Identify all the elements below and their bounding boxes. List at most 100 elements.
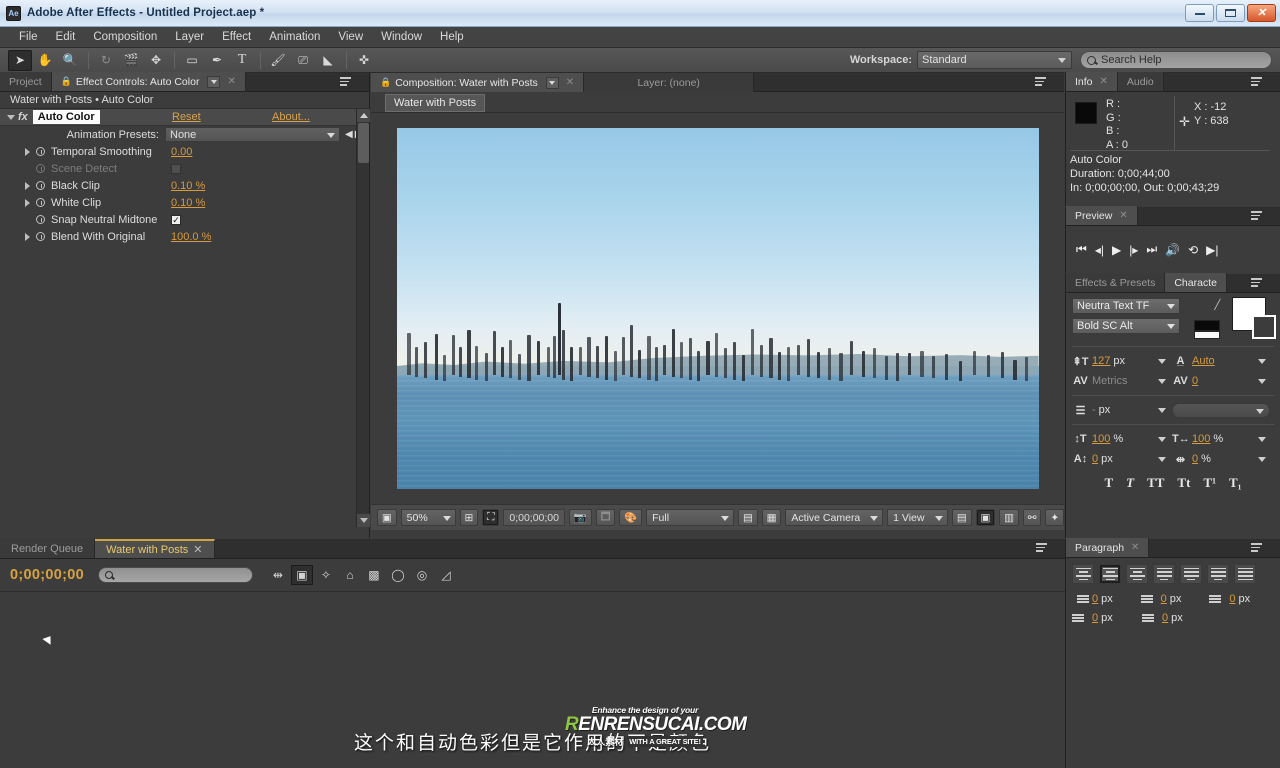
faux-bold-button[interactable]: T	[1104, 475, 1113, 491]
timeline-search-input[interactable]	[97, 567, 253, 583]
camera-tool[interactable]: 🎬	[119, 50, 143, 71]
stroke-width-field[interactable]: ☰ - px	[1072, 404, 1172, 417]
vertical-scale-value[interactable]: 100	[1092, 433, 1110, 445]
previous-frame-icon[interactable]: ◂|	[1095, 243, 1104, 257]
type-tool[interactable]: T	[230, 50, 254, 71]
kerning-field[interactable]: AV Metrics	[1072, 375, 1172, 387]
kerning-value[interactable]: Metrics	[1092, 375, 1127, 387]
indent-right-field[interactable]: 0 px	[1140, 593, 1206, 605]
disclosure-triangle-icon[interactable]	[25, 147, 30, 156]
tab-audio[interactable]: Audio	[1117, 72, 1164, 91]
take-snapshot-icon[interactable]: 📷	[569, 509, 592, 526]
chevron-down-icon[interactable]	[1258, 436, 1266, 442]
comp-subtab-water-with-posts[interactable]: Water with Posts	[385, 94, 486, 112]
auto-keyframe-icon[interactable]: ◎	[411, 565, 433, 585]
menu-animation[interactable]: Animation	[260, 29, 329, 45]
scroll-up-icon[interactable]	[357, 109, 370, 122]
graph-editor-icon[interactable]: ◿	[435, 565, 457, 585]
space-before-value[interactable]: 0	[1092, 612, 1098, 624]
stroke-color-swatch[interactable]	[1252, 315, 1276, 339]
timeline-icon[interactable]: ▥	[999, 509, 1019, 526]
animation-presets-select[interactable]: None	[165, 127, 340, 142]
menu-composition[interactable]: Composition	[84, 29, 166, 45]
tab-effect-controls[interactable]: 🔒 Effect Controls: Auto Color ✕	[51, 72, 246, 91]
panel-menu-icon[interactable]	[1035, 77, 1048, 88]
comp-timecode[interactable]: 0;00;00;00	[503, 509, 565, 526]
stroke-width-value[interactable]: -	[1092, 404, 1096, 416]
tab-paragraph[interactable]: Paragraph ✕	[1066, 538, 1150, 557]
white-color-swatch[interactable]	[1194, 331, 1220, 339]
menu-effect[interactable]: Effect	[213, 29, 260, 45]
black-clip-value[interactable]: 0.10 %	[171, 180, 205, 192]
region-of-interest-icon[interactable]: ⛶	[482, 509, 500, 526]
tab-layer[interactable]: Layer: (none)	[584, 73, 755, 92]
horizontal-scale-field[interactable]: T↔ 100 %	[1172, 433, 1272, 445]
stopwatch-icon[interactable]	[36, 147, 45, 156]
white-clip-value[interactable]: 0.10 %	[171, 197, 205, 209]
disclosure-triangle-icon[interactable]	[25, 232, 30, 241]
panel-menu-icon[interactable]	[1251, 278, 1264, 289]
panel-menu-icon[interactable]	[1251, 211, 1264, 222]
play-icon[interactable]: ▶	[1112, 243, 1121, 257]
baseline-shift-value[interactable]: 0	[1092, 453, 1098, 465]
pixel-aspect-correction-icon[interactable]: ▤	[951, 509, 972, 526]
preset-prev-icon[interactable]: ◀	[345, 129, 353, 140]
effect-name[interactable]: Auto Color	[32, 110, 100, 124]
indent-first-line-field[interactable]: 0 px	[1209, 593, 1274, 605]
leading-value[interactable]: Auto	[1192, 355, 1215, 367]
fast-previews-icon[interactable]: ▣	[975, 509, 996, 526]
menu-window[interactable]: Window	[372, 29, 431, 45]
stopwatch-icon[interactable]	[36, 198, 45, 207]
views-select[interactable]: 1 View	[887, 509, 948, 526]
vertical-scale-field[interactable]: ↕T 100 %	[1072, 433, 1172, 445]
last-frame-icon[interactable]: ⏭	[1146, 242, 1157, 257]
tab-project[interactable]: Project	[0, 72, 52, 91]
shape-tool[interactable]: ▭	[180, 50, 204, 71]
chevron-down-icon[interactable]	[1158, 358, 1166, 364]
show-channel-icon[interactable]: 🎨	[619, 509, 643, 526]
disclosure-triangle-icon[interactable]	[7, 114, 15, 120]
loop-icon[interactable]: ⟲	[1188, 243, 1198, 257]
align-right-icon[interactable]	[1126, 564, 1148, 584]
next-frame-icon[interactable]: |▸	[1129, 243, 1138, 257]
about-button[interactable]: About...	[272, 111, 310, 123]
region-of-interest-toggle-icon[interactable]: ▤	[738, 509, 758, 526]
selection-tool[interactable]: ➤	[8, 49, 32, 71]
close-icon[interactable]: ✕	[1131, 542, 1139, 553]
menu-help[interactable]: Help	[431, 29, 473, 45]
ram-preview-icon[interactable]: ▶|	[1206, 243, 1218, 257]
align-center-icon[interactable]	[1099, 564, 1121, 584]
font-family-select[interactable]: Neutra Text TF	[1072, 298, 1180, 314]
reset-exposure-icon[interactable]: ✦	[1045, 509, 1065, 526]
draft-3d-icon[interactable]: ▣	[290, 565, 313, 585]
audio-icon[interactable]: 🔊	[1165, 243, 1180, 257]
chevron-down-icon[interactable]	[1158, 456, 1166, 462]
font-size-field[interactable]: ⇞T 127 px	[1072, 355, 1172, 368]
leading-field[interactable]: A̲ Auto	[1172, 355, 1272, 367]
tsume-field[interactable]: ⇹ 0 %	[1172, 453, 1272, 466]
disclosure-triangle-icon[interactable]	[25, 181, 30, 190]
rotation-tool[interactable]: ↻	[94, 50, 118, 71]
disclosure-triangle-icon[interactable]	[25, 198, 30, 207]
tracking-field[interactable]: AV 0	[1172, 375, 1272, 387]
menu-edit[interactable]: Edit	[47, 29, 85, 45]
align-left-icon[interactable]	[1072, 564, 1094, 584]
superscript-button[interactable]: T¹	[1203, 475, 1216, 491]
tab-timeline-comp[interactable]: Water with Posts ✕	[95, 539, 215, 558]
composition-canvas[interactable]	[396, 128, 1039, 489]
space-after-field[interactable]: 0 px	[1142, 612, 1208, 624]
always-preview-this-view-icon[interactable]: ▣	[377, 509, 397, 526]
black-color-swatch[interactable]	[1194, 320, 1220, 331]
comp-flowchart-icon[interactable]: ⚯	[1022, 509, 1042, 526]
subscript-button[interactable]: T₁	[1229, 475, 1242, 491]
comp-mini-flowchart-icon[interactable]: ⇹	[267, 565, 289, 585]
brush-tool[interactable]: 🖌	[266, 50, 290, 71]
tracking-value[interactable]: 0	[1192, 375, 1198, 387]
effect-controls-scrollbar[interactable]	[356, 109, 370, 527]
snap-neutral-midtone-checkbox[interactable]: ✓	[171, 214, 181, 225]
justify-all-icon[interactable]	[1234, 564, 1256, 584]
tab-character[interactable]: Characte	[1165, 273, 1227, 292]
panel-menu-icon[interactable]	[1251, 543, 1264, 554]
close-icon[interactable]: ✕	[1119, 210, 1127, 221]
first-frame-icon[interactable]: ⏮	[1076, 242, 1087, 257]
